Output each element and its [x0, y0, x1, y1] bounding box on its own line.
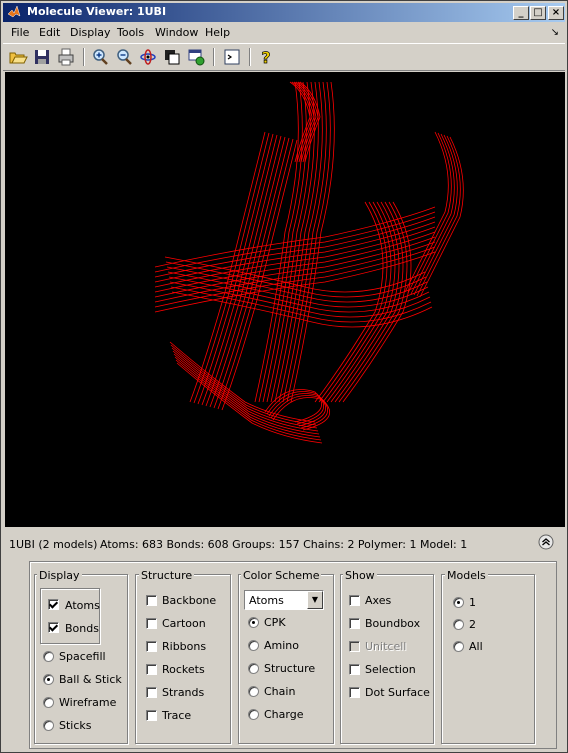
model-status-text: 1UBI (2 models) [9, 538, 98, 551]
unitcell-checkbox [349, 641, 360, 652]
print-icon[interactable] [56, 47, 76, 67]
toolbar-separator [83, 48, 85, 66]
boundbox-checkbox[interactable] [349, 618, 360, 629]
status-bar: 1UBI (2 models) Atoms: 683 Bonds: 608 Gr… [5, 532, 565, 556]
chain-radio[interactable] [248, 686, 259, 697]
atoms-checkbox[interactable] [48, 599, 59, 610]
selection-label: Selection [365, 663, 416, 676]
wireframe-radio[interactable] [43, 697, 54, 708]
rotate-icon[interactable] [138, 47, 158, 67]
minimize-button[interactable]: _ [513, 6, 529, 20]
svg-text:?: ? [261, 48, 270, 67]
matlab-logo-icon [7, 5, 21, 18]
menu-window[interactable]: Window [155, 26, 198, 39]
menu-file[interactable]: File [11, 26, 29, 39]
axes-checkbox[interactable] [349, 595, 360, 606]
chevron-down-icon[interactable]: ▼ [307, 591, 323, 609]
molecule-viewer-window: Molecule Viewer: 1UBI _ □ × File Edit Di… [0, 0, 568, 753]
strands-label: Strands [162, 686, 205, 699]
menu-tools[interactable]: Tools [117, 26, 144, 39]
display-group-label: Display [37, 569, 82, 582]
chain-label: Chain [264, 685, 296, 698]
ribbons-label: Ribbons [162, 640, 207, 653]
link-icon[interactable] [186, 47, 206, 67]
dot-surface-label: Dot Surface [365, 686, 430, 699]
menu-bar: File Edit Display Tools Window Help ↘ [3, 24, 565, 42]
ball-and-stick-radio[interactable] [43, 674, 54, 685]
protein-ribbon-render[interactable] [5, 72, 565, 527]
color-target-value: Atoms [249, 594, 284, 607]
charge-radio[interactable] [248, 709, 259, 720]
copy-figure-icon[interactable] [162, 47, 182, 67]
atoms-label: Atoms [65, 599, 100, 612]
unitcell-label: Unitcell [365, 640, 407, 653]
trace-label: Trace [162, 709, 192, 722]
charge-label: Charge [264, 708, 304, 721]
amino-radio[interactable] [248, 640, 259, 651]
bonds-label: Bonds [65, 622, 99, 635]
title-bar[interactable]: Molecule Viewer: 1UBI _ □ × [3, 3, 565, 22]
selection-checkbox[interactable] [349, 664, 360, 675]
structure-info-text: Atoms: 683 Bonds: 608 Groups: 157 Chains… [100, 538, 468, 551]
zoom-in-icon[interactable] [90, 47, 110, 67]
close-button[interactable]: × [548, 6, 564, 20]
backbone-checkbox[interactable] [146, 595, 157, 606]
rockets-checkbox[interactable] [146, 664, 157, 675]
model-2-label: 2 [469, 618, 476, 631]
model-all-label: All [469, 640, 483, 653]
color-scheme-group-label: Color Scheme [241, 569, 322, 582]
menu-edit[interactable]: Edit [39, 26, 60, 39]
cartoon-label: Cartoon [162, 617, 206, 630]
structure-color-label: Structure [264, 662, 316, 675]
axes-label: Axes [365, 594, 392, 607]
menu-help[interactable]: Help [205, 26, 230, 39]
sticks-radio[interactable] [43, 720, 54, 731]
cpk-label: CPK [264, 616, 286, 629]
toolbar-separator [213, 48, 215, 66]
help-icon[interactable]: ? [256, 47, 276, 68]
ball-and-stick-label: Ball & Stick [59, 673, 122, 686]
molecule-canvas[interactable] [5, 72, 565, 527]
console-icon[interactable] [222, 47, 242, 67]
dock-arrow-icon[interactable]: ↘ [551, 27, 559, 38]
bonds-checkbox[interactable] [48, 622, 59, 633]
save-icon[interactable] [32, 47, 52, 67]
show-group-label: Show [343, 569, 377, 582]
toolbar-separator [249, 48, 251, 66]
dot-surface-checkbox[interactable] [349, 687, 360, 698]
sticks-label: Sticks [59, 719, 92, 732]
amino-label: Amino [264, 639, 299, 652]
model-1-label: 1 [469, 596, 476, 609]
structure-group-label: Structure [139, 569, 195, 582]
rockets-label: Rockets [162, 663, 205, 676]
ribbons-checkbox[interactable] [146, 641, 157, 652]
display-atoms-bonds-box [40, 588, 100, 644]
cpk-radio[interactable] [248, 617, 259, 628]
open-icon[interactable] [8, 47, 28, 67]
collapse-panel-icon[interactable] [538, 534, 554, 550]
structure-color-radio[interactable] [248, 663, 259, 674]
backbone-label: Backbone [162, 594, 217, 607]
model-2-radio[interactable] [453, 619, 464, 630]
zoom-out-icon[interactable] [114, 47, 134, 67]
color-target-dropdown[interactable]: Atoms ▼ [244, 590, 324, 610]
model-1-radio[interactable] [453, 597, 464, 608]
trace-checkbox[interactable] [146, 710, 157, 721]
wireframe-label: Wireframe [59, 696, 117, 709]
window-title: Molecule Viewer: 1UBI [27, 5, 167, 18]
cartoon-checkbox[interactable] [146, 618, 157, 629]
strands-checkbox[interactable] [146, 687, 157, 698]
toolbar: ? [3, 43, 565, 71]
boundbox-label: Boundbox [365, 617, 421, 630]
model-all-radio[interactable] [453, 641, 464, 652]
models-group-label: Models [445, 569, 488, 582]
menu-display[interactable]: Display [70, 26, 111, 39]
spacefill-label: Spacefill [59, 650, 106, 663]
spacefill-radio[interactable] [43, 651, 54, 662]
maximize-button[interactable]: □ [530, 6, 546, 20]
